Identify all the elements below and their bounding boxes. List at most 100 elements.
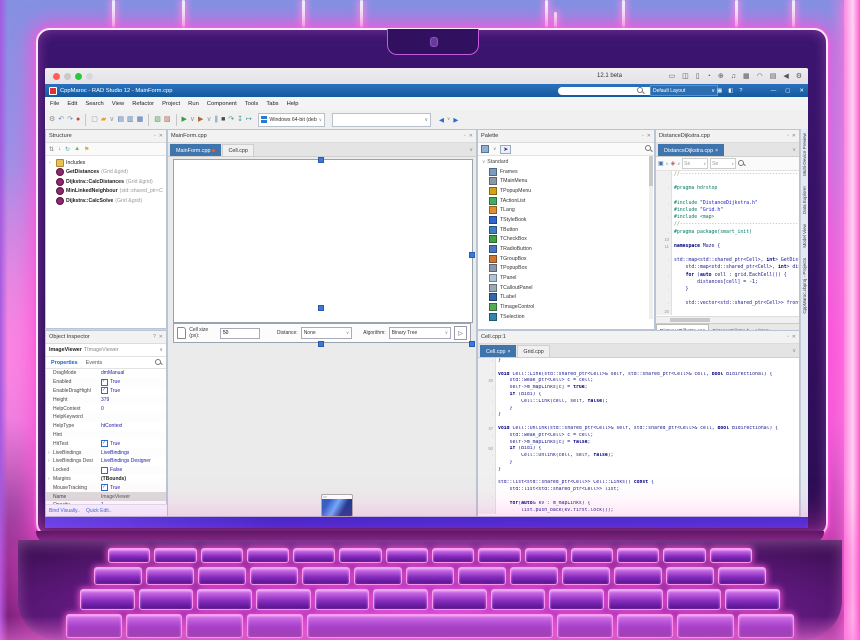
structure-panel-header[interactable]: Structure ▫ ✕ (46, 130, 166, 143)
dijkstra-tabs[interactable]: DistanceDijkstra.cpp × ∨ (656, 143, 799, 157)
pin-icon[interactable]: ▫ (154, 133, 156, 139)
music-icon[interactable]: ♫ (731, 73, 736, 80)
palette-item-tpopupmenu[interactable]: TPopupMenu (482, 186, 654, 196)
palette-item-frames[interactable]: Frames (482, 167, 654, 177)
property-value[interactable]: True (110, 441, 120, 447)
generate-button[interactable]: ▷ (454, 326, 467, 340)
compare-icon[interactable]: ◈ (671, 160, 676, 167)
MouseTracking[interactable]: MouseTracking True (46, 483, 166, 492)
menu-item[interactable]: View (112, 101, 124, 107)
palette-item-tlabel[interactable]: TLabel (482, 293, 654, 303)
code-line[interactable] (656, 178, 799, 185)
selection-handle[interactable] (318, 157, 324, 163)
menu-item[interactable]: Tools (245, 101, 259, 107)
search-combo[interactable]: Se∨ (682, 158, 708, 169)
chevron-down-icon[interactable]: ∨ (469, 147, 473, 153)
property-value[interactable]: 0 (101, 406, 104, 412)
toolbar-separator[interactable] (148, 114, 149, 126)
save-as-icon[interactable]: ▥ (127, 116, 134, 123)
dijkstra-editor-header[interactable]: DistanceDijkstra.cpp ▫ ✕ (656, 130, 799, 143)
property-value[interactable]: True (110, 485, 120, 491)
cell-tabs[interactable]: Cell.cpp × Grid.cpp × ∨ (478, 344, 799, 358)
gear-icon[interactable]: ⚙ (796, 73, 802, 80)
Hint[interactable]: Hint (46, 431, 166, 440)
code-line[interactable]: 11 namespace Maze { (656, 243, 799, 250)
code-line[interactable]: · (478, 494, 799, 501)
add-file-icon[interactable]: ▧ (154, 116, 161, 123)
component-icon[interactable] (481, 145, 489, 153)
help-icon[interactable]: ? (153, 334, 156, 340)
navigate-forward-button[interactable]: ▶ (453, 116, 458, 124)
pin-icon[interactable]: ▫ (787, 334, 789, 340)
code-line[interactable] (478, 474, 799, 481)
structure-toolbar[interactable]: ⇅↓↻▲⚑ (46, 143, 166, 156)
save-icon[interactable]: ▤ (117, 116, 124, 123)
format-icon[interactable]: ▣ (658, 160, 664, 167)
window-icon[interactable]: ◫ (682, 73, 689, 80)
LiveBindings Desi[interactable]: LiveBindings Desi LiveBindings Designer (46, 457, 166, 466)
palette-item-tbutton[interactable]: TButton (482, 225, 654, 235)
Height[interactable]: Height 379 (46, 395, 166, 404)
algorithm-selector[interactable]: Binary Tree ∨ (389, 327, 451, 339)
sort-alpha-icon[interactable]: ⇅ (49, 146, 54, 153)
refresh-icon[interactable]: ↻ (65, 146, 70, 153)
search-combo[interactable]: Se∨ (710, 158, 736, 169)
code-line[interactable]: · Cell::Unlink(cell, self, false); (478, 453, 799, 460)
designed-form[interactable] (173, 159, 473, 323)
code-line[interactable]: 20 (656, 308, 799, 315)
structure-tree[interactable]: Includes GetDistances (Grid &grid) Di (46, 156, 166, 206)
code-line[interactable]: 50 if (Bidi) { (478, 446, 799, 453)
open-icon[interactable]: ▰ (101, 116, 106, 123)
flag-icon[interactable]: ⚑ (84, 146, 89, 153)
run-wd-chevron-icon[interactable]: ∨ (206, 116, 211, 123)
code-line[interactable]: · } (478, 358, 799, 365)
distance-selector[interactable]: None ∨ (301, 327, 352, 339)
selection-handle[interactable] (469, 252, 475, 258)
chevron-down-icon[interactable]: ∨ (493, 146, 496, 152)
code-line[interactable]: · #include <map> (656, 214, 799, 221)
code-line[interactable]: if (Bidi) { (478, 392, 799, 399)
target-platform-selector[interactable]: Windows 64-bit (deb ∨ (258, 113, 325, 127)
run-without-debug-icon[interactable]: ▶ (198, 116, 203, 123)
close-icon[interactable]: ✕ (159, 133, 163, 139)
docked-panel-tab[interactable]: Data Explorer (802, 186, 807, 214)
checkbox-icon[interactable] (101, 387, 108, 394)
inspector-footer[interactable]: Bind Visually..Quick Edit.. (46, 504, 169, 516)
checkbox-icon[interactable] (101, 379, 108, 386)
property-value[interactable]: True (110, 379, 120, 385)
checkbox-icon[interactable] (101, 484, 108, 491)
display-icon[interactable]: ▭ (669, 73, 676, 80)
code-editor[interactable]: · } · void Cell::Link(std::shared_ptr<Ce… (478, 358, 799, 516)
close-icon[interactable]: ✕ (159, 334, 163, 340)
ide-toolbar[interactable]: ⚙↶↷●▢▰∨▤▥▦▧▨▶∨▶∨∥■↷↧↦ Windows 64-bit (de… (45, 110, 808, 130)
property-value[interactable]: LiveBindings (101, 450, 129, 456)
code-line[interactable]: · #include "DistanceDijkstra.h" (656, 200, 799, 207)
palette-item-tcalloutpanel[interactable]: TCalloutPanel (482, 283, 654, 293)
chevron-down-icon[interactable]: ∨ (677, 161, 680, 166)
run-icon[interactable]: ▶ (182, 116, 187, 123)
close-icon[interactable]: ✕ (469, 133, 473, 139)
LiveBindings[interactable]: LiveBindings LiveBindings (46, 448, 166, 457)
navigate-back-button[interactable]: ◀ (439, 116, 444, 124)
file-tab[interactable]: Cell.cpp (222, 144, 253, 156)
file-tab[interactable]: Cell.cpp × (480, 345, 516, 357)
Locked[interactable]: Locked False (46, 466, 166, 475)
palette-item-tpanel[interactable]: TPanel (482, 273, 654, 283)
property-value[interactable]: LiveBindings Designer (101, 458, 151, 464)
selection-handle[interactable] (318, 341, 324, 347)
close-tab-icon[interactable]: × (715, 148, 718, 154)
structure-item[interactable]: Dijkstra::CalcDistances (Grid &grid) (49, 177, 166, 187)
code-line[interactable]: } (478, 406, 799, 413)
selection-handle[interactable] (318, 305, 324, 311)
code-line[interactable]: for(auto& kv : m_mapLinks) { (478, 501, 799, 508)
palette-tree[interactable]: Standard Frames TMainMenu (478, 156, 654, 321)
menu-item[interactable]: Component (207, 101, 237, 107)
menu-item[interactable]: Refactor (132, 101, 154, 107)
docked-panel-tab[interactable]: CppMaroc.cbproj - Projects (802, 258, 807, 314)
code-line[interactable] (478, 365, 799, 372)
structure-item[interactable]: Dijkstra::CalcSolve (Grid &grid) (49, 196, 166, 206)
structure-item[interactable]: Includes (49, 158, 166, 168)
step-over-icon[interactable]: ↷ (228, 116, 234, 123)
object-inspector-header[interactable]: Object Inspector ? ✕ (46, 331, 166, 344)
code-line[interactable]: · Cell::Link(cell, self, false); (478, 399, 799, 406)
